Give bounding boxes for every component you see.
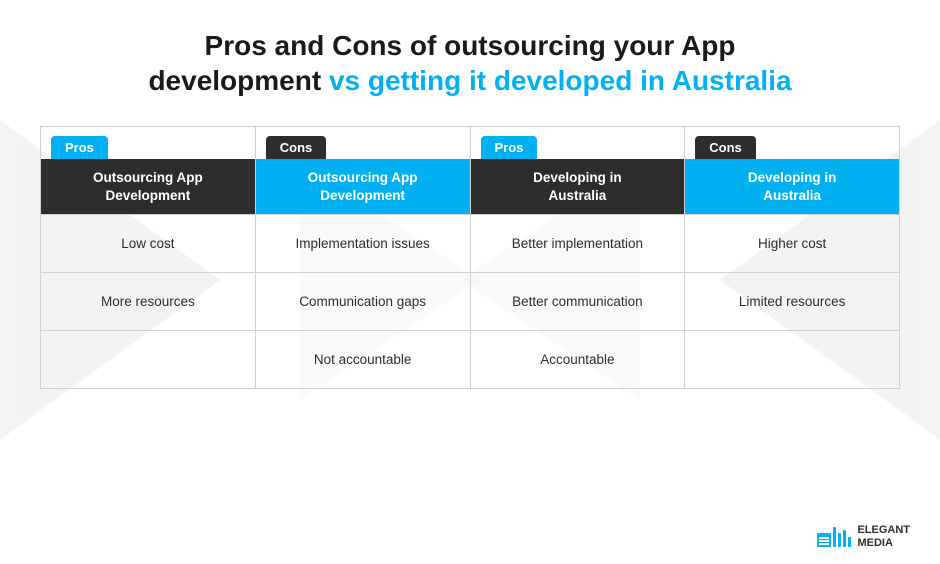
badge-outsourcing-cons: Cons xyxy=(266,136,327,159)
logo: ELEGANT MEDIA xyxy=(817,524,910,550)
cell-australia-pros-0: Better implementation xyxy=(471,214,685,272)
badge-row-outsourcing-pros: Pros xyxy=(41,127,255,159)
badge-row-australia-cons: Cons xyxy=(685,127,899,159)
cell-empty-outsourcing-pros-2 xyxy=(41,330,255,388)
comparison-table: ProsOutsourcing AppDevelopmentLow costMo… xyxy=(40,126,900,389)
title-line1: Pros and Cons of outsourcing your App xyxy=(205,30,736,61)
page-title: Pros and Cons of outsourcing your App de… xyxy=(40,28,900,98)
cell-australia-cons-1: Limited resources xyxy=(685,272,899,330)
main-content: Pros and Cons of outsourcing your App de… xyxy=(0,0,940,409)
badge-row-australia-pros: Pros xyxy=(471,127,685,159)
column-outsourcing-pros: ProsOutsourcing AppDevelopmentLow costMo… xyxy=(40,126,255,389)
badge-outsourcing-pros: Pros xyxy=(51,136,108,159)
col-header-outsourcing-cons: Outsourcing AppDevelopment xyxy=(256,159,470,214)
cell-outsourcing-pros-0: Low cost xyxy=(41,214,255,272)
cell-australia-pros-2: Accountable xyxy=(471,330,685,388)
col-header-australia-pros: Developing inAustralia xyxy=(471,159,685,214)
cell-empty-australia-cons-2 xyxy=(685,330,899,388)
badge-australia-cons: Cons xyxy=(695,136,756,159)
column-australia-cons: ConsDeveloping inAustraliaHigher costLim… xyxy=(684,126,900,389)
cell-outsourcing-cons-2: Not accountable xyxy=(256,330,470,388)
cell-australia-pros-1: Better communication xyxy=(471,272,685,330)
logo-icon xyxy=(817,527,851,547)
col-header-outsourcing-pros: Outsourcing AppDevelopment xyxy=(41,159,255,214)
title-line2-highlight: vs getting it developed in Australia xyxy=(329,65,792,96)
cell-outsourcing-cons-1: Communication gaps xyxy=(256,272,470,330)
column-outsourcing-cons: ConsOutsourcing AppDevelopmentImplementa… xyxy=(255,126,470,389)
logo-text: ELEGANT MEDIA xyxy=(857,524,910,550)
badge-row-outsourcing-cons: Cons xyxy=(256,127,470,159)
column-australia-pros: ProsDeveloping inAustraliaBetter impleme… xyxy=(470,126,685,389)
cell-outsourcing-pros-1: More resources xyxy=(41,272,255,330)
cell-australia-cons-0: Higher cost xyxy=(685,214,899,272)
cell-outsourcing-cons-0: Implementation issues xyxy=(256,214,470,272)
col-header-australia-cons: Developing inAustralia xyxy=(685,159,899,214)
title-line2-plain: development xyxy=(148,65,328,96)
badge-australia-pros: Pros xyxy=(481,136,538,159)
